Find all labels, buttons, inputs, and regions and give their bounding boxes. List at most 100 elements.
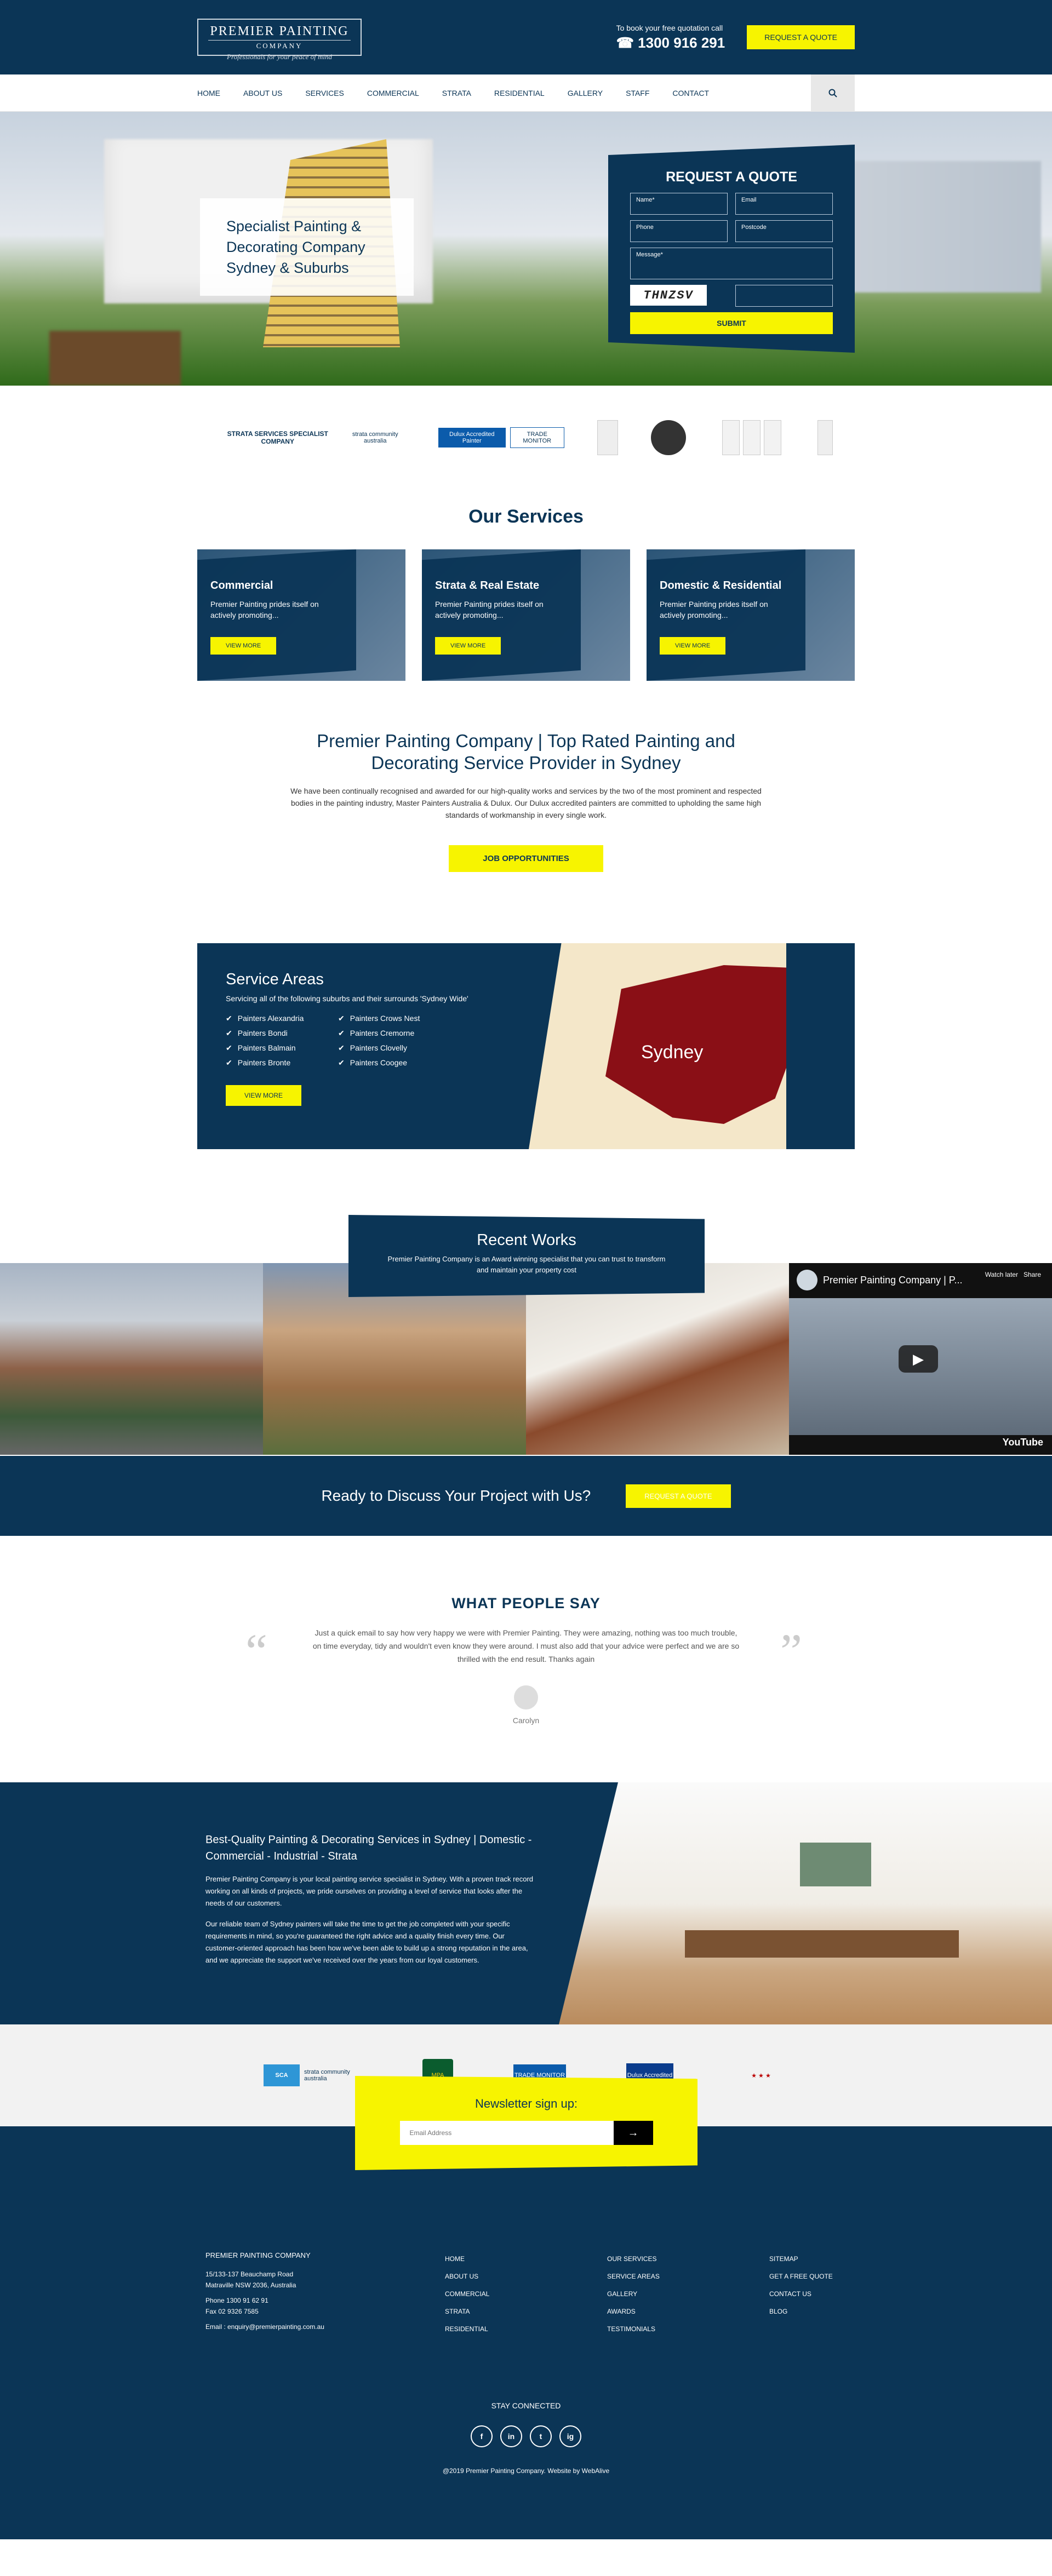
recent-works-desc: Premier Painting Company is an Award win…: [387, 1255, 666, 1274]
footer-link[interactable]: TESTIMONIALS: [607, 2320, 769, 2338]
footer-links-3: SITEMAP GET A FREE QUOTE CONTACT US BLOG: [769, 2250, 857, 2338]
sca-logo-text: strata community australia: [304, 2069, 350, 2082]
service-card-commercial[interactable]: Commercial Premier Painting prides itsel…: [197, 549, 405, 681]
captcha-input[interactable]: [735, 285, 833, 307]
nav-staff[interactable]: STAFF: [626, 89, 649, 97]
message-field[interactable]: Message*: [630, 248, 833, 279]
dulux-tm-badges: Dulux Accredited Painter TRADE MONITOR: [438, 418, 564, 457]
map-land: [605, 965, 803, 1124]
view-more-button[interactable]: VIEW MORE: [210, 637, 277, 655]
name-field[interactable]: Name*: [630, 193, 728, 215]
footer-email[interactable]: Email : enquiry@premierpainting.com.au: [205, 2321, 445, 2332]
nav-about-us[interactable]: ABOUT US: [243, 89, 282, 97]
nav-strata[interactable]: STRATA: [442, 89, 471, 97]
newsletter-submit-button[interactable]: →: [613, 2121, 653, 2145]
footer-link[interactable]: ABOUT US: [445, 2268, 607, 2285]
about-p2: Our reliable team of Sydney painters wil…: [205, 1920, 528, 1964]
footer-link[interactable]: CONTACT US: [769, 2285, 857, 2303]
area-item[interactable]: Painters Crows Nest: [338, 1014, 448, 1023]
nav-commercial[interactable]: COMMERCIAL: [367, 89, 419, 97]
logo-title: PREMIER PAINTING: [210, 24, 349, 38]
map-label: Sydney: [641, 1042, 704, 1063]
service-card-domestic[interactable]: Domestic & Residential Premier Painting …: [647, 549, 855, 681]
area-item[interactable]: Painters Coogee: [338, 1058, 448, 1068]
watch-later-button[interactable]: Watch later: [985, 1271, 1018, 1278]
area-item[interactable]: Painters Cremorne: [338, 1029, 448, 1038]
service-card-strata[interactable]: Strata & Real Estate Premier Painting pr…: [422, 549, 630, 681]
sca-logo: SCA strata community australia: [264, 2060, 362, 2091]
nav-contact[interactable]: CONTACT: [672, 89, 709, 97]
area-item[interactable]: Painters Bronte: [226, 1058, 338, 1068]
play-icon[interactable]: ▶: [899, 1345, 938, 1373]
sydney-map: Sydney: [529, 943, 855, 1149]
hero-banner: Specialist Painting & Decorating Company…: [0, 112, 1052, 386]
nav-home[interactable]: HOME: [197, 89, 220, 97]
dining-table: [685, 1930, 959, 1958]
share-button[interactable]: Share: [1024, 1271, 1041, 1278]
areas-view-more-button[interactable]: VIEW MORE: [226, 1085, 302, 1106]
footer-link[interactable]: HOME: [445, 2250, 607, 2268]
call-text: To book your free quotation call: [616, 23, 723, 32]
award-badge: [597, 420, 618, 455]
newsletter-email-input[interactable]: [399, 2121, 614, 2145]
testimonial-title: WHAT PEOPLE SAY: [451, 1595, 601, 1611]
email-field[interactable]: Email: [735, 193, 833, 215]
footer-link[interactable]: RESIDENTIAL: [445, 2320, 607, 2338]
stay-connected-label: STAY CONNECTED: [491, 2401, 561, 2410]
area-item[interactable]: Painters Bondi: [226, 1029, 338, 1038]
newsletter-box: Newsletter sign up: →: [355, 2076, 697, 2170]
video-embed[interactable]: Premier Painting Company | P... Watch la…: [789, 1263, 1052, 1455]
avatar: [514, 1685, 538, 1709]
quote-form-title: REQUEST A QUOTE: [666, 169, 797, 185]
footer-link[interactable]: AWARDS: [607, 2303, 769, 2320]
map-sea: [786, 943, 855, 1149]
social-links: f in t ig: [0, 2425, 1052, 2447]
top-header: PREMIER PAINTING COMPANY Professionals f…: [0, 0, 1052, 74]
australia-flag-icon: ★ ★ ★: [751, 2072, 771, 2079]
recent-works-title: Recent Works: [477, 1231, 576, 1249]
areas-subtitle: Servicing all of the following suburbs a…: [226, 994, 468, 1003]
footer-link[interactable]: STRATA: [445, 2303, 607, 2320]
captcha-image: THNZSV: [630, 285, 707, 306]
cta-request-quote-button[interactable]: REQUEST A QUOTE: [626, 1484, 731, 1508]
view-more-button[interactable]: VIEW MORE: [660, 637, 726, 655]
quote-form: REQUEST A QUOTE Name* Email Phone Postco…: [608, 145, 855, 353]
linkedin-icon[interactable]: in: [500, 2425, 522, 2447]
phone-number[interactable]: ☎ 1300 916 291: [616, 35, 725, 51]
nav-residential[interactable]: RESIDENTIAL: [494, 89, 545, 97]
instagram-icon[interactable]: ig: [559, 2425, 581, 2447]
footer-link[interactable]: COMMERCIAL: [445, 2285, 607, 2303]
service-desc: Premier Painting prides itself on active…: [210, 600, 319, 619]
area-item[interactable]: Painters Balmain: [226, 1043, 338, 1053]
postcode-field[interactable]: Postcode: [735, 220, 833, 242]
phone-field[interactable]: Phone: [630, 220, 728, 242]
youtube-logo[interactable]: YouTube: [1003, 1437, 1043, 1448]
work-image[interactable]: [0, 1263, 263, 1455]
about-heading: Best-Quality Painting & Decorating Servi…: [205, 1834, 532, 1862]
sca-badge: strata community australia: [352, 431, 398, 444]
footer-link[interactable]: GET A FREE QUOTE: [769, 2268, 857, 2285]
footer-link[interactable]: GALLERY: [607, 2285, 769, 2303]
footer-link[interactable]: OUR SERVICES: [607, 2250, 769, 2268]
nav-services[interactable]: SERVICES: [305, 89, 344, 97]
services-title: Our Services: [468, 506, 584, 527]
view-more-button[interactable]: VIEW MORE: [435, 637, 501, 655]
footer-link[interactable]: SERVICE AREAS: [607, 2268, 769, 2285]
footer-link[interactable]: SITEMAP: [769, 2250, 857, 2268]
submit-button[interactable]: SUBMIT: [630, 312, 833, 334]
nav-gallery[interactable]: GALLERY: [568, 89, 603, 97]
service-title: Domestic & Residential: [660, 580, 782, 592]
area-item[interactable]: Painters Alexandria: [226, 1014, 338, 1023]
footer-phone[interactable]: Phone 1300 91 62 91: [205, 2295, 445, 2306]
twitter-icon[interactable]: t: [530, 2425, 552, 2447]
area-item[interactable]: Painters Clovelly: [338, 1043, 448, 1053]
site-logo[interactable]: PREMIER PAINTING COMPANY: [197, 19, 362, 56]
footer-link[interactable]: BLOG: [769, 2303, 857, 2320]
search-icon: [828, 89, 837, 97]
services-list: Commercial Premier Painting prides itsel…: [197, 549, 855, 681]
search-button[interactable]: [811, 74, 855, 112]
request-quote-button[interactable]: REQUEST A QUOTE: [747, 25, 855, 49]
footer-address1: 15/133-137 Beauchamp Road: [205, 2270, 294, 2278]
facebook-icon[interactable]: f: [471, 2425, 493, 2447]
job-opportunities-button[interactable]: JOB OPPORTUNITIES: [449, 845, 603, 872]
